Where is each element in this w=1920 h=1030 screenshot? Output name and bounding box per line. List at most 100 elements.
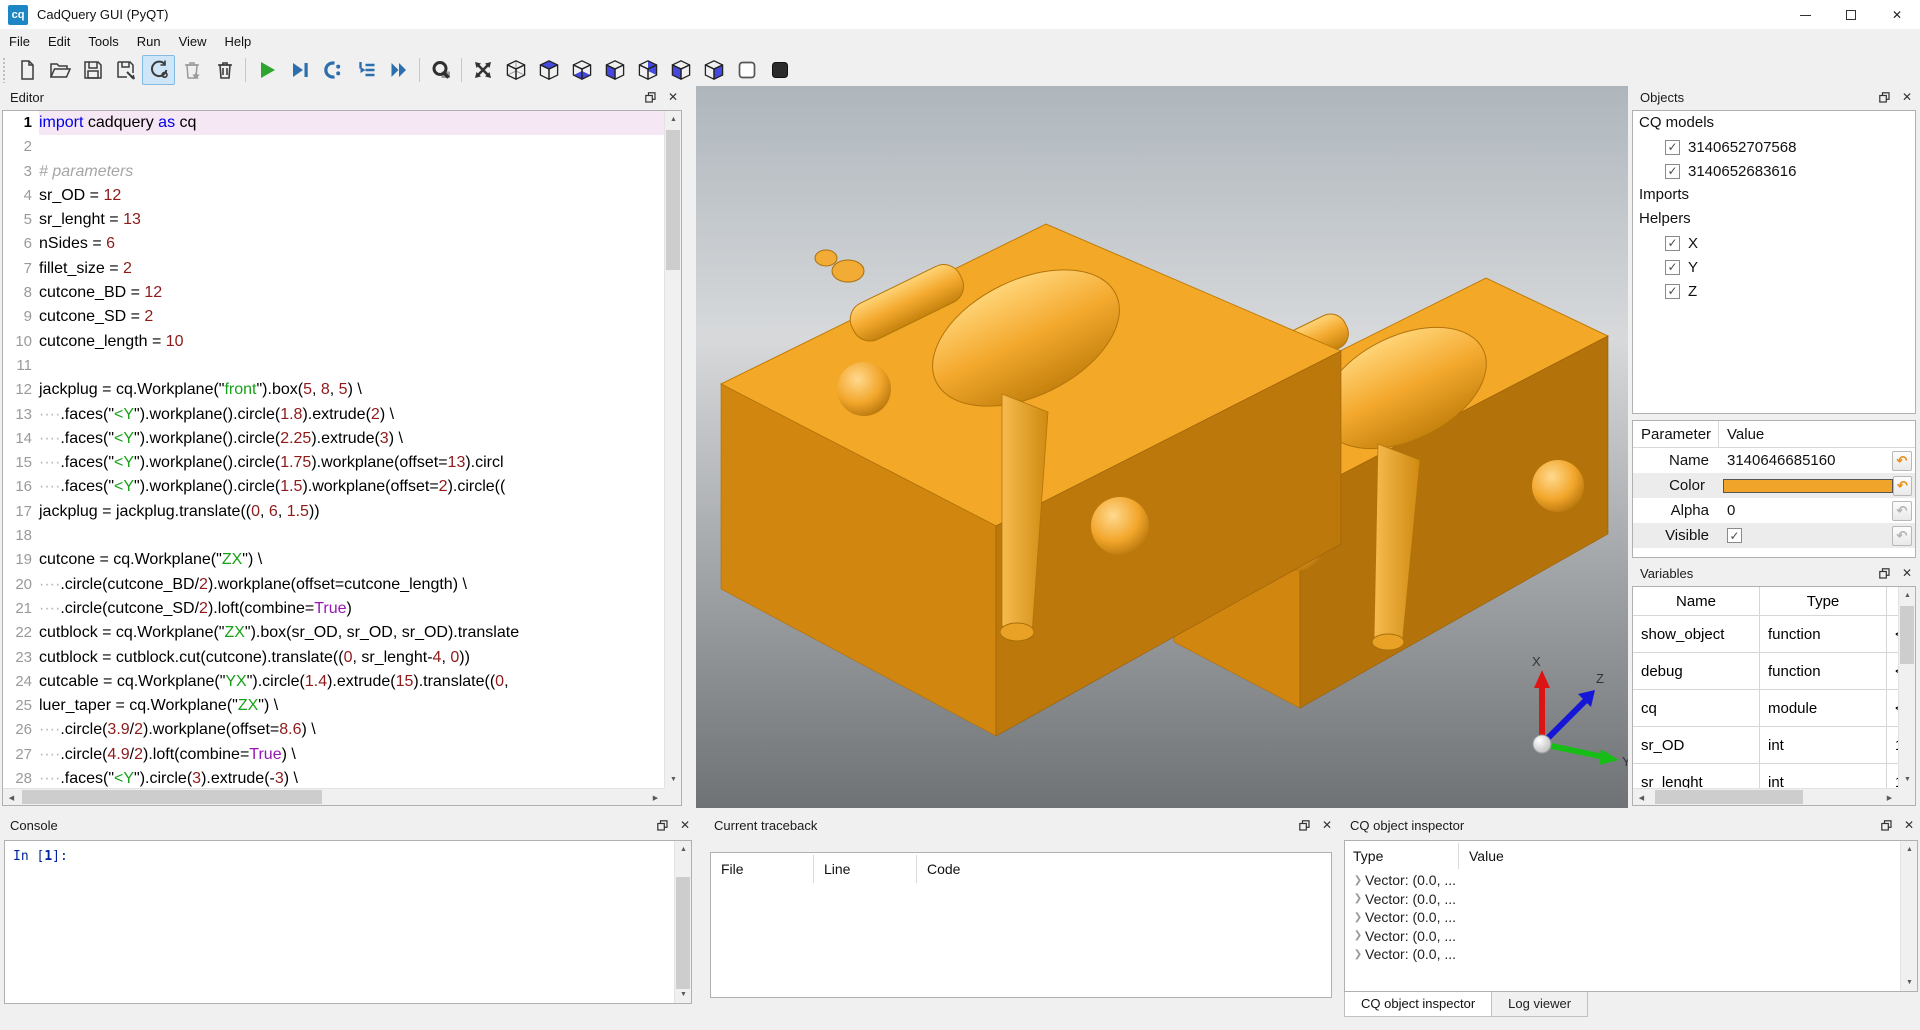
auto-reload-button[interactable] — [142, 55, 175, 85]
code-line[interactable]: 6nSides = 6 — [3, 232, 664, 256]
close-panel-icon[interactable]: ✕ — [1322, 819, 1332, 831]
property-row-name[interactable]: Name3140646685160↶ — [1633, 448, 1915, 473]
code-line[interactable]: 27····.circle(4.9/2).loft(combine=True) … — [3, 743, 664, 767]
code-line[interactable]: 3# parameters — [3, 160, 664, 184]
expand-chevron-icon[interactable]: ❯ — [1351, 930, 1365, 941]
code-line[interactable]: 12jackplug = cq.Workplane("front").box(5… — [3, 378, 664, 402]
inspector-table[interactable]: Type Value ❯Vector: (0.0, ...❯Vector: (0… — [1344, 840, 1918, 992]
code-line[interactable]: 5sr_lenght = 13 — [3, 208, 664, 232]
float-panel-icon[interactable] — [1881, 820, 1892, 831]
tab-cq-object-inspector[interactable]: CQ object inspector — [1344, 992, 1492, 1017]
scroll-right-arrow[interactable]: ▶ — [1881, 789, 1898, 806]
delete-all-button[interactable] — [208, 55, 241, 85]
editor-panel-titlebar[interactable]: Editor ✕ — [2, 84, 684, 110]
code-line[interactable]: 8cutcone_BD = 12 — [3, 281, 664, 305]
property-row-alpha[interactable]: Alpha0↶ — [1633, 498, 1915, 523]
minimize-button[interactable] — [1782, 0, 1828, 30]
tree-item-x[interactable]: ✓X — [1633, 231, 1915, 255]
code-line[interactable]: 20····.circle(cutcone_BD/2).workplane(of… — [3, 573, 664, 597]
variables-horizontal-scrollbar[interactable]: ◀ ▶ — [1633, 788, 1898, 805]
code-line[interactable]: 23cutblock = cutblock.cut(cutcone).trans… — [3, 646, 664, 670]
traceback-table[interactable]: File Line Code — [710, 852, 1332, 998]
maximize-button[interactable] — [1828, 0, 1874, 30]
variable-row-sr-od[interactable]: sr_ODint12 — [1633, 727, 1898, 764]
tree-group-imports[interactable]: Imports — [1633, 183, 1915, 207]
undo-icon[interactable]: ↶ — [1893, 476, 1912, 496]
scrollbar-thumb[interactable] — [1900, 606, 1914, 664]
code-line[interactable]: 22cutblock = cq.Workplane("ZX").box(sr_O… — [3, 621, 664, 645]
scrollbar-thumb[interactable] — [1655, 790, 1803, 804]
close-panel-icon[interactable]: ✕ — [1904, 819, 1914, 831]
viewport-canvas[interactable]: X Z Y — [696, 86, 1628, 808]
console-prompt[interactable]: In [1]: — [5, 841, 691, 864]
wireframe-toggle-button[interactable] — [730, 55, 763, 85]
inspector-vertical-scrollbar[interactable]: ▲ ▼ — [1900, 841, 1917, 991]
scroll-down-arrow[interactable]: ▼ — [675, 986, 692, 1003]
console-area[interactable]: In [1]: ▲ ▼ — [4, 840, 692, 1004]
property-row-visible[interactable]: Visible✓↶ — [1633, 523, 1915, 548]
render-button[interactable] — [250, 55, 283, 85]
fit-view-button[interactable] — [466, 55, 499, 85]
delete-object-button[interactable] — [175, 55, 208, 85]
float-panel-icon[interactable] — [1879, 568, 1890, 579]
float-panel-icon[interactable] — [657, 820, 668, 831]
float-panel-icon[interactable] — [1299, 820, 1310, 831]
scroll-down-arrow[interactable]: ▼ — [1899, 771, 1916, 788]
code-editor[interactable]: 1import cadquery as cq23# parameters4sr_… — [2, 110, 682, 806]
code-line[interactable]: 28····.faces("<Y").circle(3).extrude(-3)… — [3, 767, 664, 788]
scrollbar-thumb[interactable] — [676, 877, 690, 989]
code-line[interactable]: 21····.circle(cutcone_SD/2).loft(combine… — [3, 597, 664, 621]
scroll-up-arrow[interactable]: ▲ — [1901, 841, 1918, 858]
code-line[interactable]: 4sr_OD = 12 — [3, 184, 664, 208]
save-button[interactable] — [76, 55, 109, 85]
variables-panel-titlebar[interactable]: Variables ✕ — [1632, 560, 1918, 586]
variable-row-cq[interactable]: cqmodule<m — [1633, 690, 1898, 727]
code-line[interactable]: 25luer_taper = cq.Workplane("ZX") \ — [3, 694, 664, 718]
scroll-up-arrow[interactable]: ▲ — [675, 841, 692, 858]
menu-item-help[interactable]: Help — [216, 31, 261, 52]
menu-item-file[interactable]: File — [0, 31, 39, 52]
top-view-button[interactable] — [532, 55, 565, 85]
float-panel-icon[interactable] — [1879, 92, 1890, 103]
iso-view-button[interactable] — [499, 55, 532, 85]
tree-item-3140652707568[interactable]: ✓3140652707568 — [1633, 135, 1915, 159]
menu-item-tools[interactable]: Tools — [79, 31, 127, 52]
inspector-row[interactable]: ❯Vector: (0.0, ... — [1345, 945, 1917, 964]
scrollbar-thumb[interactable] — [666, 130, 680, 270]
scroll-down-arrow[interactable]: ▼ — [1901, 974, 1918, 991]
expand-chevron-icon[interactable]: ❯ — [1351, 949, 1365, 960]
inspector-panel-titlebar[interactable]: CQ object inspector ✕ — [1342, 812, 1920, 838]
step-in-button[interactable] — [349, 55, 382, 85]
visible-checkbox[interactable]: ✓ — [1727, 528, 1742, 543]
tab-log-viewer[interactable]: Log viewer — [1492, 992, 1588, 1017]
inspector-row[interactable]: ❯Vector: (0.0, ... — [1345, 871, 1917, 890]
code-line[interactable]: 16····.faces("<Y").workplane().circle(1.… — [3, 475, 664, 499]
code-line[interactable]: 26····.circle(3.9/2).workplane(offset=8.… — [3, 718, 664, 742]
code-line[interactable]: 18 — [3, 524, 664, 548]
expand-chevron-icon[interactable]: ❯ — [1351, 912, 1365, 923]
scroll-right-arrow[interactable]: ▶ — [647, 789, 664, 806]
objects-panel-titlebar[interactable]: Objects ✕ — [1632, 84, 1918, 110]
scroll-left-arrow[interactable]: ◀ — [1633, 789, 1650, 806]
property-value[interactable]: 3140646685160 — [1719, 452, 1892, 469]
inspector-row[interactable]: ❯Vector: (0.0, ... — [1345, 927, 1917, 946]
code-line[interactable]: 24cutcable = cq.Workplane("YX").circle(1… — [3, 670, 664, 694]
traceback-panel-titlebar[interactable]: Current traceback ✕ — [706, 812, 1338, 838]
objects-tree[interactable]: CQ models✓3140652707568✓3140652683616Imp… — [1632, 110, 1916, 414]
variables-vertical-scrollbar[interactable]: ▲ ▼ — [1898, 587, 1915, 788]
property-value[interactable]: 0 — [1719, 502, 1892, 519]
checkbox[interactable]: ✓ — [1665, 260, 1680, 275]
expand-chevron-icon[interactable]: ❯ — [1351, 893, 1365, 904]
inspector-row[interactable]: ❯Vector: (0.0, ... — [1345, 890, 1917, 909]
close-panel-icon[interactable]: ✕ — [1902, 91, 1912, 103]
variable-row-sr-lenght[interactable]: sr_lenghtint13 — [1633, 764, 1898, 788]
close-button[interactable]: ✕ — [1874, 0, 1920, 30]
menu-item-run[interactable]: Run — [128, 31, 170, 52]
code-line[interactable]: 7fillet_size = 2 — [3, 257, 664, 281]
code-line[interactable]: 9cutcone_SD = 2 — [3, 305, 664, 329]
continue-button[interactable] — [382, 55, 415, 85]
bottom-view-button[interactable] — [565, 55, 598, 85]
code-line[interactable]: 17jackplug = jackplug.translate((0, 6, 1… — [3, 500, 664, 524]
menu-item-view[interactable]: View — [170, 31, 216, 52]
tree-group-helpers[interactable]: Helpers — [1633, 207, 1915, 231]
